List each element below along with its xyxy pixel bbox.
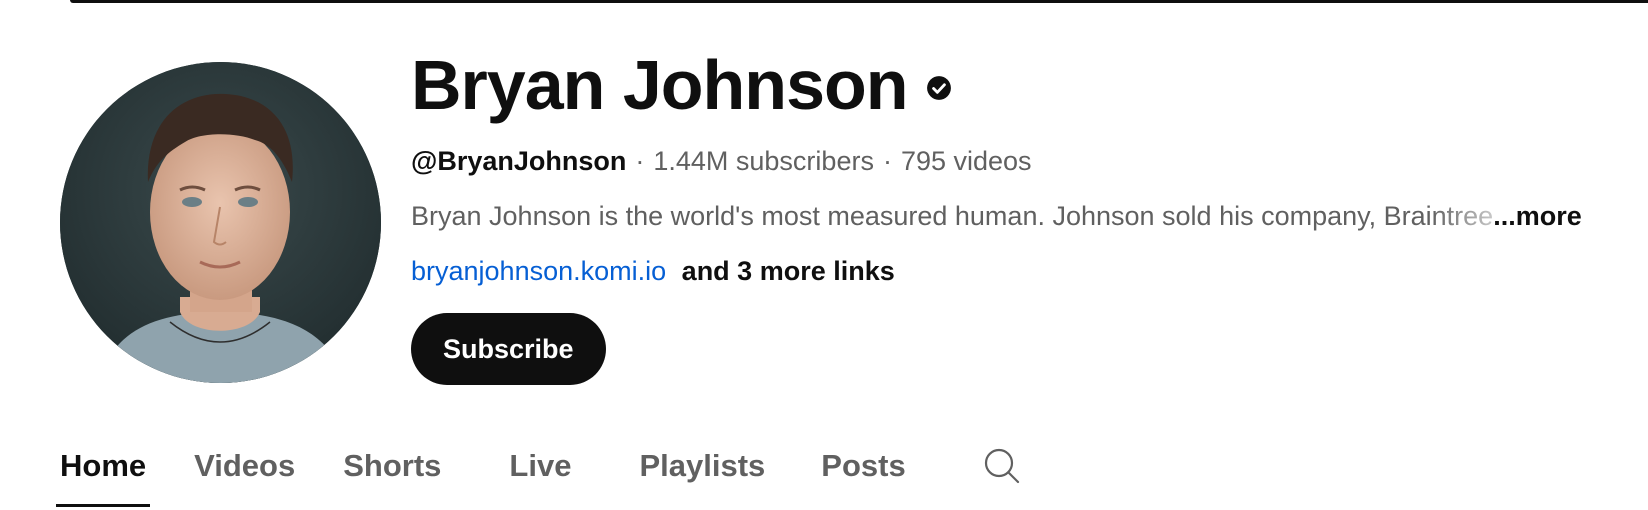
description-text: Bryan Johnson is the world's most measur… [411, 201, 1494, 231]
primary-link[interactable]: bryanjohnson.komi.io [411, 256, 666, 286]
channel-tabs: Home Videos Shorts Live Playlists Posts [55, 430, 1022, 510]
verified-check-icon [926, 75, 952, 101]
meta-separator: · [882, 146, 892, 176]
description-more-button[interactable]: ...more [1493, 201, 1582, 232]
avatar-portrait-image [60, 62, 381, 383]
meta-separator: · [635, 146, 645, 176]
tab-shorts[interactable]: Shorts [343, 430, 441, 507]
tab-playlists[interactable]: Playlists [639, 430, 765, 507]
channel-name: Bryan Johnson [411, 46, 909, 124]
banner-edge [70, 0, 1648, 3]
channel-info: Bryan Johnson @BryanJohnson · 1.44M subs… [411, 40, 1628, 385]
channel-header-page: Bryan Johnson @BryanJohnson · 1.44M subs… [0, 0, 1648, 510]
channel-links: bryanjohnson.komi.io and 3 more links [411, 256, 1628, 287]
channel-handle: @BryanJohnson [411, 146, 627, 176]
channel-description[interactable]: Bryan Johnson is the world's most measur… [411, 201, 1629, 232]
tab-videos[interactable]: Videos [194, 430, 295, 507]
tab-home[interactable]: Home [55, 430, 151, 507]
subscribe-button[interactable]: Subscribe [411, 313, 606, 385]
channel-meta: @BryanJohnson · 1.44M subscribers · 795 … [411, 146, 1628, 177]
subscriber-count: 1.44M subscribers [653, 146, 874, 176]
more-links-button[interactable]: and 3 more links [682, 256, 895, 286]
video-count: 795 videos [900, 146, 1032, 176]
channel-avatar[interactable] [60, 62, 381, 383]
channel-name-row: Bryan Johnson [411, 40, 1628, 130]
tab-posts[interactable]: Posts [821, 430, 905, 507]
search-icon[interactable] [982, 446, 1022, 486]
tab-live[interactable]: Live [509, 430, 571, 507]
